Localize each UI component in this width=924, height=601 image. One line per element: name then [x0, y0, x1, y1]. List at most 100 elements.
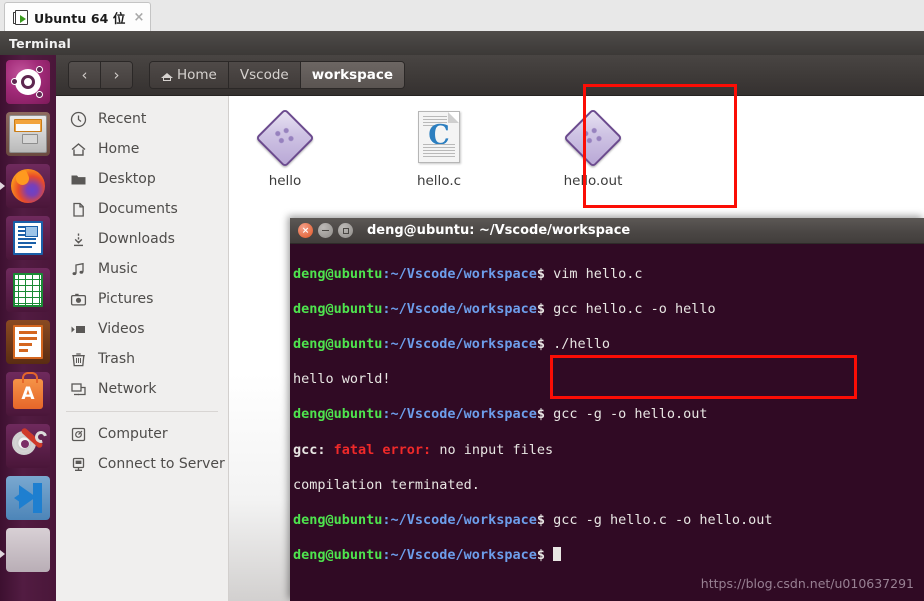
sidebar-item-label: Trash — [98, 351, 135, 367]
breadcrumb-item-vscode[interactable]: Vscode — [227, 62, 300, 88]
executable-diamond-icon — [537, 108, 649, 168]
launcher-item-libreoffice-impress[interactable] — [6, 320, 50, 364]
clock-icon — [70, 111, 87, 128]
breadcrumb: Home Vscode workspace — [149, 61, 406, 89]
sidebar-item-label: Documents — [98, 201, 178, 217]
launcher-running-indicator-files — [0, 182, 5, 190]
back-button[interactable]: ‹ — [69, 62, 100, 88]
sidebar-item-computer[interactable]: Computer — [56, 419, 228, 449]
sidebar-item-label: Connect to Server — [98, 456, 225, 472]
sidebar-item-label: Pictures — [98, 291, 154, 307]
sidebar-item-label: Home — [98, 141, 140, 157]
download-arrow-icon — [70, 231, 87, 248]
forward-button[interactable]: › — [100, 62, 132, 88]
vm-tab-label: Ubuntu 64 位 — [34, 10, 126, 26]
sidebar-item-label: Computer — [98, 426, 168, 442]
breadcrumb-item-workspace[interactable]: workspace — [299, 62, 405, 88]
document-icon — [6, 216, 50, 260]
folder-icon — [70, 171, 87, 188]
terminal-window[interactable]: × deng@ubuntu: ~/Vscode/workspace deng@u… — [290, 218, 924, 601]
breadcrumb-label: Home — [177, 67, 217, 83]
breadcrumb-label: workspace — [311, 67, 394, 83]
launcher-item-unknown-app[interactable] — [6, 528, 50, 572]
sidebar-item-connect-to-server[interactable]: Connect to Server — [56, 449, 228, 479]
firefox-icon — [6, 164, 50, 208]
terminal-line: deng@ubuntu:~/Vscode/workspace$ vim hell… — [293, 265, 643, 282]
sidebar-item-desktop[interactable]: Desktop — [56, 164, 228, 194]
file-cabinet-icon — [6, 112, 50, 156]
file-item-hello-out[interactable]: hello.out — [537, 108, 649, 189]
presentation-icon — [6, 320, 50, 364]
file-label: hello.c — [416, 173, 462, 189]
breadcrumb-label: Vscode — [239, 67, 289, 83]
close-icon[interactable]: × — [133, 11, 144, 24]
launcher-item-system-settings[interactable] — [6, 424, 50, 468]
minimize-icon[interactable] — [318, 223, 333, 238]
terminal-cursor — [553, 547, 562, 562]
network-icon — [70, 381, 87, 398]
watermark-text: https://blog.csdn.net/u010637291 — [700, 576, 914, 591]
launcher-item-files[interactable] — [6, 112, 50, 156]
spreadsheet-icon — [6, 268, 50, 312]
document-icon — [70, 201, 87, 218]
music-note-icon — [70, 261, 87, 278]
sidebar-item-label: Music — [98, 261, 138, 277]
file-item-hello[interactable]: hello — [229, 108, 341, 189]
launcher-item-ubuntu-dash[interactable] — [6, 60, 50, 104]
file-label: hello — [268, 173, 302, 189]
launcher-item-libreoffice-calc[interactable] — [6, 268, 50, 312]
sidebar-item-label: Downloads — [98, 231, 175, 247]
terminal-line: compilation terminated. — [293, 476, 480, 493]
vm-machine-icon — [13, 9, 29, 25]
file-manager-toolbar: ‹ › Home Vscode workspace — [56, 55, 924, 96]
sidebar-item-label: Videos — [98, 321, 145, 337]
sidebar-item-label: Desktop — [98, 171, 156, 187]
terminal-line-current: deng@ubuntu:~/Vscode/workspace$ — [293, 547, 924, 565]
shopping-bag-a-icon: A — [6, 372, 50, 416]
sidebar-item-label: Recent — [98, 111, 147, 127]
vscode-icon — [6, 476, 50, 520]
vmware-tab-bar: Ubuntu 64 位 × — [0, 0, 924, 32]
camera-icon — [70, 291, 87, 308]
terminal-title-bar[interactable]: × deng@ubuntu: ~/Vscode/workspace — [290, 218, 924, 244]
sidebar-item-downloads[interactable]: Downloads — [56, 224, 228, 254]
launcher-item-ubuntu-software[interactable]: A — [6, 372, 50, 416]
launcher-item-vscode[interactable] — [6, 476, 50, 520]
terminal-line: deng@ubuntu:~/Vscode/workspace$ gcc hell… — [293, 300, 716, 317]
unity-menu-bar: Terminal — [0, 31, 924, 55]
terminal-line: deng@ubuntu:~/Vscode/workspace$ gcc -g -… — [293, 406, 708, 423]
home-icon — [70, 141, 87, 158]
unity-launcher: A — [0, 55, 57, 601]
file-manager-sidebar: Recent Home Desktop Documents Downloads … — [56, 96, 229, 601]
terminal-line-highlighted: deng@ubuntu:~/Vscode/workspace$ gcc -g h… — [293, 511, 773, 528]
file-item-hello-c[interactable]: C hello.c — [383, 108, 495, 189]
sidebar-item-documents[interactable]: Documents — [56, 194, 228, 224]
launcher-item-libreoffice-writer[interactable] — [6, 216, 50, 260]
navigation-buttons: ‹ › — [68, 61, 133, 89]
blank-icon — [6, 528, 50, 572]
sidebar-item-home[interactable]: Home — [56, 134, 228, 164]
close-icon[interactable]: × — [298, 223, 313, 238]
sidebar-item-label: Network — [98, 381, 157, 397]
terminal-line: deng@ubuntu:~/Vscode/workspace$ ./hello — [293, 335, 611, 352]
sidebar-item-network[interactable]: Network — [56, 374, 228, 404]
sidebar-divider — [66, 411, 218, 412]
video-play-icon — [70, 321, 87, 338]
sidebar-item-music[interactable]: Music — [56, 254, 228, 284]
sidebar-item-recent[interactable]: Recent — [56, 104, 228, 134]
gear-wrench-icon — [6, 424, 50, 468]
menubar-app-name[interactable]: Terminal — [0, 36, 80, 51]
file-label: hello.out — [563, 173, 623, 189]
terminal-output[interactable]: deng@ubuntu:~/Vscode/workspace$ vim hell… — [290, 244, 924, 601]
terminal-line-error: gcc: fatal error: no input files — [293, 441, 554, 458]
launcher-running-indicator-vscode — [0, 550, 5, 558]
sidebar-item-videos[interactable]: Videos — [56, 314, 228, 344]
launcher-item-firefox[interactable] — [6, 164, 50, 208]
sidebar-item-pictures[interactable]: Pictures — [56, 284, 228, 314]
executable-diamond-icon — [229, 108, 341, 168]
server-icon — [70, 456, 87, 473]
sidebar-item-trash[interactable]: Trash — [56, 344, 228, 374]
maximize-icon[interactable] — [338, 223, 353, 238]
breadcrumb-item-home[interactable]: Home — [150, 62, 228, 88]
vm-tab-ubuntu[interactable]: Ubuntu 64 位 × — [4, 2, 152, 31]
